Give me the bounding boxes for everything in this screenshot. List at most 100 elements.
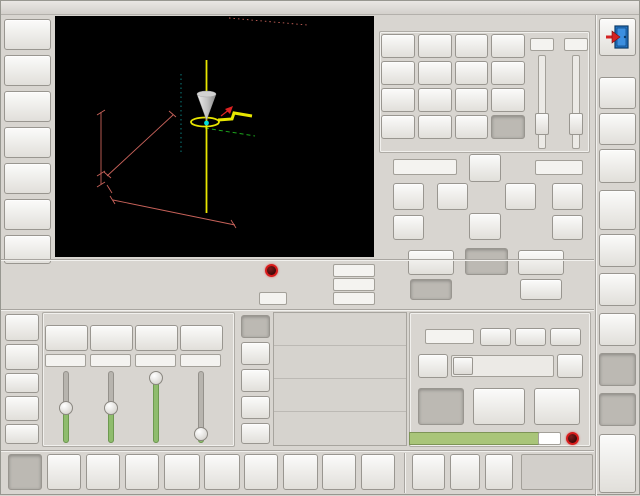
spindle-rpm-slider-handle[interactable]: [453, 357, 473, 375]
angular-jog-override-knob[interactable]: [194, 427, 208, 441]
tab-origin-offsets[interactable]: [204, 454, 240, 490]
tab-tool-offsets[interactable]: [164, 454, 200, 490]
rapid-override-slider[interactable]: [149, 371, 163, 443]
rpm-dec-button[interactable]: [418, 354, 448, 378]
spindle-100-button[interactable]: [550, 328, 581, 346]
rapid-override-knob[interactable]: [149, 371, 163, 385]
abs-button[interactable]: [241, 315, 270, 338]
jog-y-plus-button[interactable]: [469, 154, 501, 182]
window-titlebar[interactable]: [1, 1, 639, 15]
tab-macro[interactable]: [244, 454, 278, 490]
jog-x-plus-button[interactable]: [505, 183, 536, 210]
rel-button[interactable]: [241, 369, 270, 392]
estop-button[interactable]: [599, 434, 636, 493]
spare1-button[interactable]: [599, 190, 636, 230]
tab-graph[interactable]: [8, 454, 42, 490]
jog-x-minus-button[interactable]: [437, 183, 468, 210]
linear-mode-button[interactable]: [465, 248, 508, 275]
jog-increment-0025[interactable]: [491, 61, 525, 85]
jog-a-minus-button[interactable]: [552, 215, 583, 240]
auto-button[interactable]: [599, 273, 636, 306]
axis-select-button[interactable]: [5, 314, 39, 341]
spare2-button[interactable]: [599, 234, 636, 267]
slow-slider[interactable]: [535, 55, 549, 149]
jog-increment-cont[interactable]: [381, 34, 415, 58]
slow-speed-button[interactable]: [410, 279, 452, 300]
jog-increment-0250[interactable]: [491, 34, 525, 58]
jog-increment-0750[interactable]: [418, 34, 452, 58]
exit-button[interactable]: [599, 18, 636, 56]
overrides-button[interactable]: [5, 396, 39, 421]
minimize-button[interactable]: [601, 1, 615, 14]
keyboard-button[interactable]: [599, 149, 636, 183]
tab-tool[interactable]: [86, 454, 120, 490]
position-mode-button[interactable]: [408, 250, 454, 275]
mist-button[interactable]: [450, 454, 480, 490]
jog-increment-00007[interactable]: [418, 115, 452, 139]
dro-button[interactable]: [5, 424, 39, 444]
forward-button[interactable]: [534, 388, 580, 425]
reverse-button[interactable]: [418, 388, 464, 425]
tab-file[interactable]: [361, 454, 395, 490]
slow-slider-handle[interactable]: [535, 113, 549, 135]
jog-z-plus-button[interactable]: [393, 183, 424, 210]
jog-increment-0001[interactable]: [381, 115, 415, 139]
angular-jog-override-slider[interactable]: [194, 371, 208, 443]
stop-button[interactable]: [473, 388, 525, 425]
flood-button[interactable]: [412, 454, 445, 490]
quick-zero-button[interactable]: [5, 344, 39, 370]
fast-slider[interactable]: [569, 55, 583, 149]
angular-mode-button[interactable]: [518, 250, 564, 275]
tab-home[interactable]: [47, 454, 81, 490]
jog-increment-0005[interactable]: [455, 88, 489, 112]
tab-probe[interactable]: [125, 454, 159, 490]
feed-override-slider[interactable]: [104, 371, 118, 443]
dtg-button[interactable]: [241, 342, 270, 365]
fast-speed-button[interactable]: [520, 279, 562, 300]
mdi-button[interactable]: [599, 313, 636, 346]
jog-increment-0500[interactable]: [455, 34, 489, 58]
jog-increment-00005[interactable]: [455, 115, 489, 139]
rapid-override-label[interactable]: [135, 325, 178, 351]
close-button[interactable]: [619, 1, 633, 14]
view-y-button[interactable]: [4, 163, 51, 194]
tab-edit-gcode[interactable]: [283, 454, 318, 490]
fullscreen-button[interactable]: [599, 113, 636, 145]
spindle-override-knob[interactable]: [59, 401, 73, 415]
jog-increment-0075[interactable]: [418, 61, 452, 85]
view-x-button[interactable]: [4, 127, 51, 158]
jog-increment-0100[interactable]: [381, 61, 415, 85]
jog-increment-00002[interactable]: [491, 115, 525, 139]
jog-z-minus-button[interactable]: [393, 215, 424, 240]
view-p-button[interactable]: [4, 91, 51, 122]
power-button[interactable]: [599, 393, 636, 426]
jog-increment-0050[interactable]: [455, 61, 489, 85]
feed-override-knob[interactable]: [104, 401, 118, 415]
spindle-rpm-slider[interactable]: [451, 355, 554, 377]
help-button[interactable]: [599, 77, 636, 109]
jog-y-minus-button[interactable]: [469, 213, 501, 240]
macro-button[interactable]: [5, 373, 39, 393]
fast-slider-handle[interactable]: [569, 113, 583, 135]
spindle-25-button[interactable]: [480, 328, 511, 346]
view-y2-button[interactable]: [4, 55, 51, 86]
angular-jog-override-label[interactable]: [180, 325, 223, 351]
spindle-override-slider[interactable]: [59, 371, 73, 443]
tab-cam-view[interactable]: [322, 454, 356, 490]
gremlin-3d-view[interactable]: [55, 16, 374, 257]
spare-button[interactable]: [241, 423, 270, 444]
rpm-inc-button[interactable]: [557, 354, 583, 378]
view-z2-button[interactable]: [4, 19, 51, 50]
view-z-button[interactable]: [4, 199, 51, 230]
jog-increment-00025[interactable]: [491, 88, 525, 112]
spindle-override-label[interactable]: [45, 325, 88, 351]
manual-button[interactable]: [599, 353, 636, 386]
spindle-50-button[interactable]: [515, 328, 546, 346]
inch-button[interactable]: [241, 396, 270, 419]
feed-override-label[interactable]: [90, 325, 133, 351]
spindle-rpm-setpoint[interactable]: [538, 432, 561, 445]
jog-increment-00075[interactable]: [418, 88, 452, 112]
jog-a-plus-button[interactable]: [552, 183, 583, 210]
jog-increment-0010[interactable]: [381, 88, 415, 112]
aux-button[interactable]: [485, 454, 513, 490]
